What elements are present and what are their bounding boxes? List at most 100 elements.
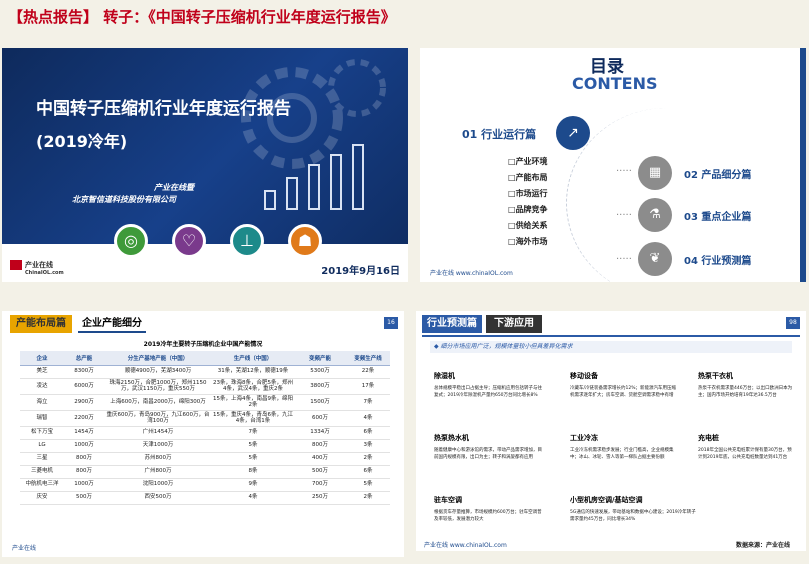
- capacity-footer: 产业在线: [12, 545, 37, 552]
- table-cell: 庆安: [20, 491, 64, 505]
- contents-subitem: □海外市场: [508, 237, 548, 246]
- forecast-divider: [422, 335, 800, 337]
- contents-title-en: CONTENS: [572, 74, 658, 93]
- capacity-table: 企业 总产能 分生产基地产能（中国） 生产线（中国） 变频产能 变频生产线 美芝…: [20, 351, 390, 505]
- capacity-subtag: 企业产能细分: [78, 315, 146, 333]
- cover-year: (2019冷年): [36, 132, 128, 151]
- table-cell: 8条: [212, 465, 294, 479]
- leaf-icon: ❦: [638, 242, 672, 276]
- table-cell: 天津1000万: [104, 439, 212, 453]
- forecast-cell: 工业冷冻 工业冷冻机需求稳步发展；行业门槛高，企业规模集中；冰山、冰轮、雪人等第一…: [570, 434, 674, 460]
- table-row: 松下万宝 1454万 广州1454万 7条 1334万 6条: [20, 426, 390, 440]
- table-cell: 7条: [346, 394, 390, 411]
- table-cell: 4条: [346, 410, 390, 427]
- table-cell: 广州800万: [104, 465, 212, 479]
- capacity-table-title: 2019冷年主要转子压缩机企业中国产能情况: [143, 341, 263, 348]
- table-row: 海立 2900万 上海600万，南昌2000万，绵阳300万 15条，上海4条，南昌9…: [20, 394, 390, 411]
- cover-title: 中国转子压缩机行业年度运行报告: [36, 99, 291, 119]
- contents-section-1: 01 行业运行篇: [462, 128, 537, 141]
- people-icon: ☗: [288, 224, 322, 258]
- table-cell: 中航机电三洋: [20, 478, 64, 492]
- capacity-tag: 产能布局篇: [10, 315, 72, 333]
- cover-org-line1: 产业在线暨: [154, 183, 194, 192]
- table-cell: 3800万: [294, 378, 346, 395]
- table-cell: 1000万: [64, 478, 104, 492]
- table-cell: 凌达: [20, 378, 64, 395]
- table-cell: 5300万: [294, 365, 346, 379]
- table-cell: 6条: [346, 465, 390, 479]
- table-cell: 6000万: [64, 378, 104, 395]
- contents-subitem: □供给关系: [508, 221, 548, 230]
- cover-logo: 产业在线 ChinaIOL.com: [10, 260, 64, 276]
- contents-subitem: □产业环境: [508, 157, 548, 166]
- column-header: 分生产基地产能（中国）: [104, 351, 212, 366]
- share-icon: ↗: [556, 116, 590, 150]
- forecast-tag: 行业预测篇: [422, 315, 482, 333]
- grid-icon: ▦: [638, 156, 672, 190]
- forecast-lead: ◆ 细分市场应用广泛，规模体量较小但具差异化需求: [430, 341, 792, 353]
- table-cell: 顺德4900万，芜湖3400万: [104, 365, 212, 379]
- contents-subitem: □产能布局: [508, 173, 548, 182]
- growth-bars-icon: [264, 144, 370, 210]
- table-cell: 沈阳1000万: [104, 478, 212, 492]
- target-icon: ◎: [114, 224, 148, 258]
- table-cell: 500万: [294, 465, 346, 479]
- logo-text: 产业在线: [25, 261, 53, 269]
- page-headline: 【热点报告】 转子：《中国转子压缩机行业年度运行报告》: [8, 8, 396, 26]
- table-row: LG 1000万 天津1000万 5条 800万 3条: [20, 439, 390, 453]
- table-cell: 7条: [212, 426, 294, 440]
- table-cell: 上海600万，南昌2000万，绵阳300万: [104, 394, 212, 411]
- table-cell: 4条: [212, 491, 294, 505]
- column-header: 变频产能: [294, 351, 346, 366]
- table-cell: 22条: [346, 365, 390, 379]
- table-cell: 5条: [212, 439, 294, 453]
- table-cell: 6条: [346, 426, 390, 440]
- table-cell: 3条: [346, 439, 390, 453]
- contents-dots: ·····: [616, 210, 632, 221]
- table-cell: 松下万宝: [20, 426, 64, 440]
- table-cell: 800万: [64, 465, 104, 479]
- flask-icon: ⚗: [638, 198, 672, 232]
- table-row: 庆安 500万 西安500万 4条 250万 2条: [20, 491, 390, 505]
- table-cell: 8300万: [64, 365, 104, 379]
- forecast-cell: 热泵热水机 随着健康中心和游泳馆的需求，带动产品需求增加，目前国内规模有限，出口为…: [434, 434, 542, 460]
- table-cell: 2200万: [64, 410, 104, 427]
- forecast-cell: 移动设备 冷藏车/冷链装备需求增长约12%；新能源汽车用压缩机需求逐年扩大；房车空…: [570, 372, 677, 398]
- capacity-table-body: 美芝 8300万 顺德4900万，芜湖3400万 31条，芜湖12条，顺德19条 530…: [20, 365, 390, 505]
- table-row: 中航机电三洋 1000万 沈阳1000万 9条 700万 5条: [20, 478, 390, 492]
- forecast-cell: 热泵干衣机 热泵干衣机需求量446万台；以出口欧洲日本为主；国内市场开始培育19年…: [698, 372, 793, 398]
- handshake-icon: ♡: [172, 224, 206, 258]
- slide-cover[interactable]: 中国转子压缩机行业年度运行报告 (2019冷年) 产业在线暨 北京智信道科技股份…: [2, 48, 408, 282]
- table-row: 三菱电机 800万 广州800万 8条 500万 6条: [20, 465, 390, 479]
- slide-forecast[interactable]: 行业预测篇 下游应用 98 ◆ 细分市场应用广泛，规模体量较小但具差异化需求 除…: [416, 311, 806, 551]
- table-row: 美芝 8300万 顺德4900万，芜湖3400万 31条，芜湖12条，顺德19条 530…: [20, 365, 390, 379]
- table-cell: 800万: [294, 439, 346, 453]
- forecast-source: 数据来源：产业在线: [735, 542, 790, 549]
- cover-org-line2: 北京智信道科技股份有限公司: [72, 195, 176, 204]
- column-header: 总产能: [64, 351, 104, 366]
- forecast-cell: 驻车空调 根据货车存量推算，市场规模约600万台；驻车空调普及率较低，发展潜力较大: [434, 496, 542, 522]
- logo-subtext: ChinaIOL.com: [25, 270, 64, 276]
- growth-bar: [352, 144, 364, 210]
- table-cell: 2条: [346, 452, 390, 466]
- table-cell: 400万: [294, 452, 346, 466]
- signpost-icon: ⊥: [230, 224, 264, 258]
- growth-bar: [264, 190, 276, 210]
- table-cell: 23条，珠海8条，合肥5条，郑州4条，武汉4条，重庆2条: [212, 378, 294, 395]
- column-header: 变频生产线: [346, 351, 390, 366]
- forecast-cell: 充电桩 2018年全国公共充电桩累计保有量30万台，预计到2019年底，公共充电桩…: [698, 434, 792, 460]
- table-row: 三星 800万 苏州800万 5条 400万 2条: [20, 452, 390, 466]
- slide-capacity[interactable]: 产能布局篇 企业产能细分 16 2019冷年主要转子压缩机企业中国产能情况 企业…: [2, 311, 404, 557]
- table-cell: 2条: [346, 491, 390, 505]
- forecast-page-number: 98: [786, 317, 800, 329]
- cover-banner: 中国转子压缩机行业年度运行报告 (2019冷年) 产业在线暨 北京智信道科技股份…: [2, 48, 408, 244]
- table-cell: 17条: [346, 378, 390, 395]
- table-cell: 700万: [294, 478, 346, 492]
- growth-bar: [286, 177, 298, 210]
- contents-dots: ·····: [616, 166, 632, 177]
- slide-contents[interactable]: 目录 CONTENS 01 行业运行篇 ↗ □产业环境 □产能布局 □市场运行 …: [420, 48, 806, 282]
- growth-bar: [330, 154, 342, 210]
- table-cell: 1334万: [294, 426, 346, 440]
- table-cell: 重庆600万，青岛900万，九江600万，台湾100万: [104, 410, 212, 427]
- table-cell: 珠海2150万，合肥1000万，郑州1150万，武汉1150万，重庆550万: [104, 378, 212, 395]
